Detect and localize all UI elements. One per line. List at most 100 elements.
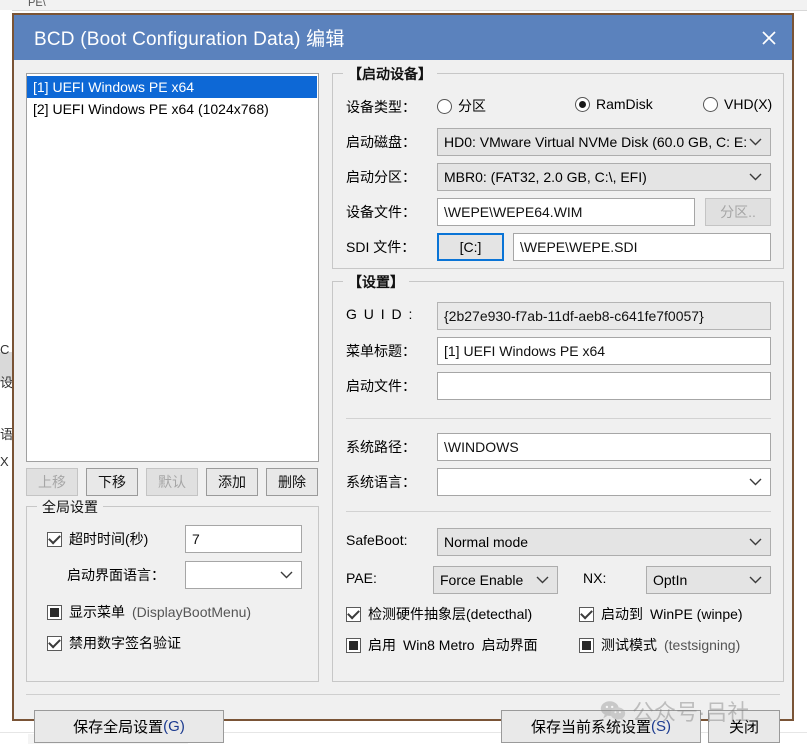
pae-select[interactable]: Force Enable [433,566,558,594]
testsigning-checkbox[interactable]: 测试模式 (testsigning) [579,635,740,655]
checkbox-indeterminate-icon [47,605,62,620]
background-glyph-2: 语 [0,424,12,443]
bcd-editor-dialog: BCD (Boot Configuration Data) 编辑 [1] UEF… [12,13,794,721]
default-button[interactable]: 默认 [146,468,198,496]
testsigning-sublabel: (testsigning) [664,637,740,653]
win8-metro-label-c: 启动界面 [482,635,538,655]
checkbox-indeterminate-icon [579,638,594,653]
winpe-checkbox[interactable]: 启动到 WinPE (winpe) [579,604,743,624]
radio-unselected-icon [437,99,452,114]
display-boot-menu-checkbox[interactable]: 显示菜单 (DisplayBootMenu) [47,602,251,622]
menu-title-input[interactable]: [1] UEFI Windows PE x64 [437,337,771,365]
boot-partition-value: MBR0: (FAT32, 2.0 GB, C:\, EFI) [444,169,647,185]
win8-metro-label-b: Win8 Metro [403,637,475,653]
sdi-drive-button[interactable]: [C:] [437,233,504,261]
save-current-settings-button[interactable]: 保存当前系统设置(S) [501,710,701,743]
detecthal-label: 检测硬件抽象层(detecthal) [368,604,532,624]
close-icon[interactable] [746,15,792,60]
win8-metro-label-a: 启用 [368,635,396,655]
timeout-checkbox[interactable]: 超时时间(秒) [47,529,148,549]
device-type-option-label: RamDisk [596,96,653,112]
save-global-settings-mnemonic: (G) [163,718,185,735]
disable-signature-checkbox[interactable]: 禁用数字签名验证 [47,633,181,653]
close-button[interactable]: 关闭 [708,710,780,743]
display-boot-menu-label: 显示菜单 [69,602,125,622]
disable-signature-label: 禁用数字签名验证 [69,633,181,653]
list-item[interactable]: [1] UEFI Windows PE x64 [27,76,317,98]
list-item[interactable]: [2] UEFI Windows PE x64 (1024x768) [27,98,318,120]
save-current-settings-label: 保存当前系统设置 [531,716,651,737]
move-up-button[interactable]: 上移 [26,468,78,496]
nx-select[interactable]: OptIn [646,566,771,594]
timeout-label: 超时时间(秒) [69,529,148,549]
checkbox-checked-icon [47,636,62,651]
device-type-radio-partition[interactable]: 分区 [437,96,486,116]
nx-label: NX: [583,570,606,586]
device-type-option-label: 分区 [458,96,486,116]
device-type-option-label: VHD(X) [724,96,772,112]
device-type-radio-ramdisk[interactable]: RamDisk [575,96,653,112]
entry-button-row: 上移 下移 默认 添加 删除 [26,468,319,496]
boot-entry-list[interactable]: [1] UEFI Windows PE x64 [2] UEFI Windows… [26,73,319,462]
display-boot-menu-sublabel: (DisplayBootMenu) [132,604,251,620]
remove-button[interactable]: 删除 [266,468,318,496]
chevron-down-icon [749,478,762,487]
boot-device-legend: 【启动设备】 [343,64,437,84]
background-toolbar [0,0,807,11]
safeboot-select[interactable]: Normal mode [437,528,771,556]
global-settings-legend: 全局设置 [37,497,103,517]
nx-value: OptIn [653,572,687,588]
boot-disk-select[interactable]: HD0: VMware Virtual NVMe Disk (60.0 GB, … [437,128,771,156]
device-type-radio-vhd[interactable]: VHD(X) [703,96,772,112]
system-path-input[interactable]: \WINDOWS [437,433,771,461]
win8-metro-checkbox[interactable]: 启用 Win8 Metro 启动界面 [346,635,538,655]
settings-group: 【设置】 G U I D : {2b27e930-f7ab-11df-aeb8-… [332,281,784,682]
add-button[interactable]: 添加 [206,468,258,496]
settings-legend: 【设置】 [343,272,409,292]
dialog-title: BCD (Boot Configuration Data) 编辑 [14,24,345,51]
partition-browse-button[interactable]: 分区.. [705,198,771,226]
background-glyph-c: C [0,342,12,357]
boot-device-group: 【启动设备】 设备类型： 分区 RamDisk VHD(X) 启动磁盘： HD0… [332,73,784,269]
save-current-settings-mnemonic: (S) [651,718,671,735]
sdi-file-input[interactable]: \WEPE\WEPE.SDI [513,233,771,261]
chevron-down-icon [749,538,762,547]
background-path-text: PE\ [28,0,46,9]
boot-disk-value: HD0: VMware Virtual NVMe Disk (60.0 GB, … [444,134,747,150]
checkbox-indeterminate-icon [346,638,361,653]
testsigning-label: 测试模式 [601,635,657,655]
boot-ui-language-select[interactable] [185,561,302,589]
checkbox-checked-icon [579,607,594,622]
system-language-select[interactable] [437,468,771,496]
global-settings-group: 全局设置 超时时间(秒) 7 启动界面语言： 显示菜单 (DisplayBoot… [26,506,319,682]
footer-divider [26,694,780,695]
move-down-button[interactable]: 下移 [86,468,138,496]
boot-ui-language-label: 启动界面语言： [67,565,165,585]
detecthal-checkbox[interactable]: 检测硬件抽象层(detecthal) [346,604,532,624]
timeout-input[interactable]: 7 [185,525,302,553]
background-glyph-1: 设 [0,372,12,391]
pae-value: Force Enable [440,572,523,588]
dialog-client-area: [1] UEFI Windows PE x64 [2] UEFI Windows… [14,60,792,719]
radio-unselected-icon [703,97,718,112]
chevron-down-icon [280,571,293,580]
pae-label: PAE: [346,570,377,586]
checkbox-checked-icon [47,532,62,547]
dialog-titlebar: BCD (Boot Configuration Data) 编辑 [14,15,792,60]
chevron-down-icon [749,576,762,585]
settings-divider-2 [346,511,771,512]
boot-partition-select[interactable]: MBR0: (FAT32, 2.0 GB, C:\, EFI) [437,163,771,191]
guid-input[interactable]: {2b27e930-f7ab-11df-aeb8-c641fe7f0057} [437,302,771,330]
save-global-settings-button[interactable]: 保存全局设置(G) [34,710,224,743]
chevron-down-icon [749,173,762,182]
boot-partition-label: 启动分区： [346,167,416,187]
device-file-input[interactable]: \WEPE\WEPE64.WIM [437,198,695,226]
sdi-file-label: SDI 文件： [346,237,415,257]
boot-file-label: 启动文件： [346,376,416,396]
checkbox-checked-icon [346,607,361,622]
winpe-sublabel: WinPE (winpe) [650,606,743,622]
system-language-label: 系统语言： [346,472,416,492]
device-file-label: 设备文件： [346,202,416,222]
settings-divider-1 [346,418,771,419]
boot-file-input[interactable] [437,372,771,400]
